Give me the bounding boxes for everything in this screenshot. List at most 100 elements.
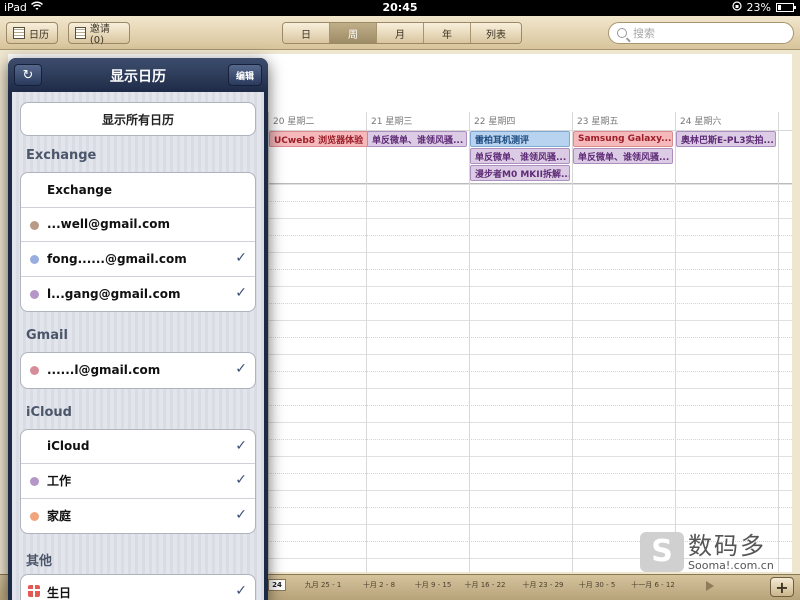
all-day-event[interactable]: 漫步者M0 MKII拆解...: [470, 165, 570, 181]
search-field[interactable]: 搜索: [608, 22, 794, 44]
calendar-color-dot: [30, 255, 39, 264]
timeline-week[interactable]: 十月 16 - 22: [458, 579, 512, 591]
calendar-row[interactable]: 生日 ✓: [21, 575, 255, 600]
popover-header: ↻ 显示日历 编辑: [8, 58, 268, 92]
checkmark-icon: ✓: [235, 437, 247, 454]
checkmark-icon: ✓: [235, 472, 247, 488]
calendar-group: Exchange ...well@gmail.com fong......@gmai…: [20, 172, 256, 312]
calendar-row[interactable]: ......l@gmail.com ✓: [21, 353, 255, 388]
timeline-week[interactable]: 十月 2 - 8: [352, 579, 406, 591]
watermark: 数码多 Sooma!.com.cn: [640, 532, 774, 572]
status-time: 20:45: [382, 1, 418, 14]
calendar-row-label: iCloud: [47, 439, 90, 454]
calendars-button-label: 日历: [29, 29, 49, 41]
calendar-row[interactable]: 工作 ✓: [21, 464, 255, 499]
day-column-divider: [469, 112, 470, 572]
section-title: Exchange: [26, 148, 97, 163]
section-title: Gmail: [26, 328, 68, 343]
view-switcher: 日周月年列表: [282, 22, 522, 44]
day-column-divider: [675, 112, 676, 572]
search-icon: [617, 28, 627, 38]
calendar-row[interactable]: iCloud ✓: [21, 430, 255, 464]
view-tab-0[interactable]: 日: [283, 23, 330, 43]
all-day-event[interactable]: 奥林巴斯E-PL3实拍...: [676, 131, 776, 147]
timeline-week[interactable]: 十一月 6 - 12: [626, 579, 680, 591]
inbox-icon: [75, 27, 86, 39]
all-day-event[interactable]: 单反微单、谁领风骚...: [573, 148, 673, 164]
calendar-row-label: 工作: [47, 474, 72, 489]
popover-body: 显示所有日历 Exchange Exchange ...well@gmail.com…: [12, 92, 264, 600]
watermark-logo: [640, 532, 684, 572]
gift-icon: [28, 585, 40, 597]
calendar-group: ......l@gmail.com ✓: [20, 352, 256, 389]
calendar-color-dot: [30, 366, 39, 375]
day-column-divider: [778, 112, 779, 572]
day-header[interactable]: 23 星期五: [572, 112, 675, 128]
invitations-button-label: 邀请 (0): [89, 24, 110, 46]
all-day-event[interactable]: 雷柏耳机测评: [470, 131, 570, 147]
toolbar: 日历 邀请 (0) 日周月年列表 搜索: [0, 16, 800, 50]
calendars-button[interactable]: 日历: [6, 22, 58, 44]
calendar-row[interactable]: ...well@gmail.com: [21, 208, 255, 242]
checkmark-icon: ✓: [235, 361, 247, 377]
timeline-current-week[interactable]: 24: [268, 579, 286, 591]
checkmark-icon: ✓: [235, 506, 247, 523]
battery-percent: 23%: [746, 1, 771, 14]
battery-icon: [776, 3, 796, 12]
show-calendars-popover: ↻ 显示日历 编辑 显示所有日历 Exchange Exchange ...well…: [8, 58, 268, 600]
calendar-color-dot: [30, 511, 39, 521]
calendar-row-label: 生日: [47, 585, 72, 600]
view-tab-1[interactable]: 周: [330, 23, 377, 43]
calendar-color-dot: [30, 477, 39, 486]
day-header[interactable]: 20 星期二: [268, 112, 371, 128]
day-header[interactable]: 24 星期六: [675, 112, 778, 128]
calendar-row-label: Exchange: [47, 182, 112, 197]
calendar-color-dot: [30, 220, 39, 230]
watermark-cn: 数码多: [688, 531, 766, 560]
all-day-event[interactable]: Samsung Galaxy...: [573, 131, 673, 147]
status-bar: iPad 20:45 23%: [0, 0, 800, 16]
search-placeholder: 搜索: [633, 27, 655, 40]
calendar-list-icon: [13, 27, 25, 39]
calendar-row[interactable]: 家庭 ✓: [21, 499, 255, 534]
calendar-row[interactable]: l...gang@gmail.com ✓: [21, 277, 255, 312]
section-title: iCloud: [26, 404, 72, 420]
section-title: 其他: [26, 554, 53, 569]
checkmark-icon: ✓: [235, 583, 247, 599]
day-header[interactable]: 21 星期三: [366, 112, 469, 128]
calendar-row[interactable]: fong......@gmail.com ✓: [21, 242, 255, 277]
show-all-calendars-button[interactable]: 显示所有日历: [20, 102, 256, 136]
calendar-color-dot: [30, 289, 39, 299]
timeline-week[interactable]: 十月 23 - 29: [516, 579, 570, 591]
day-column-divider: [268, 112, 269, 572]
calendar-row-label: 家庭: [47, 509, 72, 524]
day-column-divider: [366, 112, 367, 572]
add-event-button[interactable]: +: [770, 577, 794, 597]
calendar-row-label: fong......@gmail.com: [47, 251, 187, 266]
view-tab-2[interactable]: 月: [377, 23, 424, 43]
watermark-en: Sooma!.com.cn: [688, 558, 774, 572]
calendar-group: iCloud ✓ 工作 ✓ 家庭 ✓: [20, 428, 256, 534]
calendar-row-label: l...gang@gmail.com: [47, 286, 181, 301]
day-header[interactable]: 22 星期四: [469, 112, 572, 128]
day-column-divider: [572, 112, 573, 572]
edit-button[interactable]: 编辑: [228, 64, 262, 86]
timeline-next-arrow[interactable]: [706, 581, 714, 591]
calendar-row-label: ...well@gmail.com: [47, 217, 170, 232]
all-day-event[interactable]: 单反微单、谁领风骚...: [470, 148, 570, 164]
calendar-group: 生日 ✓: [20, 574, 256, 600]
calendar-row-label: ......l@gmail.com: [47, 363, 161, 378]
timeline-week[interactable]: 十月 30 - 5: [570, 579, 624, 591]
checkmark-icon: ✓: [235, 284, 247, 301]
timeline-week[interactable]: 九月 25 - 1: [296, 579, 350, 591]
view-tab-4[interactable]: 列表: [471, 23, 521, 43]
calendar-row[interactable]: Exchange: [21, 173, 255, 208]
invitations-button[interactable]: 邀请 (0): [68, 22, 130, 46]
all-day-event[interactable]: UCweb8 浏览器体验: [269, 131, 369, 147]
timeline-week[interactable]: 十月 9 - 15: [406, 579, 460, 591]
all-day-event[interactable]: 单反微单、谁领风骚...: [367, 131, 467, 147]
lock-rotation-icon: [731, 1, 742, 14]
status-right: 23%: [731, 1, 796, 14]
checkmark-icon: ✓: [235, 250, 247, 266]
view-tab-3[interactable]: 年: [424, 23, 471, 43]
